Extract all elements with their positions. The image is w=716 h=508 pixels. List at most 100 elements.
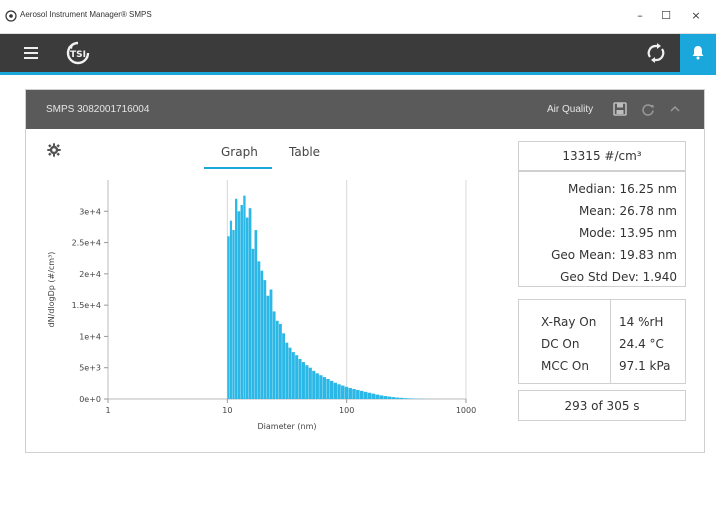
- tsi-logo-icon: TSI: [66, 41, 90, 65]
- bar: [348, 388, 352, 399]
- bar: [305, 365, 309, 399]
- x-tick-label: 1: [105, 406, 110, 415]
- tab-graph-indicator: [204, 167, 272, 169]
- env-value-pressure: 97.1 kPa: [619, 359, 671, 373]
- env-value-rh: 14 %rH: [619, 315, 664, 329]
- bar: [341, 385, 345, 399]
- bar: [352, 388, 356, 399]
- y-tick-label: 5e+3: [79, 364, 101, 373]
- stat-geo-std-dev: Geo Std Dev: 1.940: [560, 270, 677, 284]
- instrument-card: SMPS 3082001716004 Air Quality Graph Tab…: [25, 89, 705, 453]
- bar: [379, 395, 384, 399]
- stats-box: Median: 16.25 nm Mean: 26.78 nm Mode: 13…: [518, 171, 686, 287]
- bar: [337, 384, 341, 399]
- bar: [269, 289, 273, 399]
- bar: [240, 205, 243, 399]
- appbar-accent-line: [0, 72, 716, 75]
- stat-geo-mean: Geo Mean: 19.83 nm: [551, 248, 677, 262]
- bar: [272, 311, 276, 399]
- env-label-dc: DC On: [541, 337, 580, 351]
- tab-table[interactable]: Table: [289, 145, 320, 159]
- y-tick-label: 3e+4: [79, 207, 101, 216]
- y-axis-label: dN/dlogDp (#/cm³): [47, 252, 56, 328]
- card-header: SMPS 3082001716004 Air Quality: [26, 90, 704, 129]
- instrument-name: SMPS 3082001716004: [46, 104, 150, 115]
- bar: [330, 380, 334, 399]
- bar: [245, 217, 249, 399]
- bar: [407, 398, 412, 399]
- bar: [285, 342, 289, 399]
- bar: [326, 378, 330, 399]
- bar: [257, 261, 261, 399]
- env-divider: [610, 300, 611, 383]
- bar: [254, 230, 258, 399]
- bar: [344, 386, 349, 399]
- close-button[interactable]: ×: [684, 6, 708, 26]
- mode-label[interactable]: Air Quality: [547, 104, 593, 115]
- bar: [375, 394, 380, 399]
- size-distribution-chart: 0e+0 5e+3 1e+4 1.5e+4 2e+4 2.5e+4 3e+4 1 10 100 10…: [47, 180, 476, 431]
- env-label-xray: X-Ray On: [541, 315, 597, 329]
- bar: [229, 220, 232, 399]
- bar: [282, 333, 285, 399]
- bar: [235, 198, 238, 399]
- maximize-button[interactable]: ☐: [654, 6, 678, 26]
- tab-graph[interactable]: Graph: [221, 145, 258, 159]
- bar: [291, 352, 295, 399]
- bar: [248, 208, 252, 399]
- total-concentration: 13315 #/cm³: [562, 149, 642, 163]
- bar: [227, 236, 230, 399]
- bar: [399, 397, 404, 399]
- bar: [312, 370, 316, 399]
- bar: [383, 396, 388, 399]
- bar: [237, 211, 241, 399]
- bar: [315, 373, 319, 399]
- settings-gear-icon[interactable]: [47, 143, 61, 157]
- x-axis-label: Diameter (nm): [258, 422, 317, 431]
- y-tick-label: 1e+4: [79, 332, 101, 341]
- save-icon[interactable]: [613, 102, 627, 116]
- scan-time: 293 of 305 s: [564, 399, 640, 413]
- bar: [301, 362, 305, 399]
- bar: [403, 398, 408, 399]
- env-value-temp: 24.4 °C: [619, 337, 664, 351]
- bar: [371, 393, 376, 399]
- stat-median: Median: 16.25 nm: [568, 182, 677, 196]
- refresh-icon[interactable]: [641, 102, 655, 116]
- y-tick-label: 2e+4: [79, 270, 101, 279]
- sync-icon[interactable]: [644, 42, 668, 64]
- stat-mean: Mean: 26.78 nm: [578, 204, 677, 218]
- bar: [359, 390, 364, 399]
- bar: [266, 295, 270, 399]
- bar: [333, 382, 338, 399]
- env-label-mcc: MCC On: [541, 359, 589, 373]
- window-title: Aerosol Instrument Manager® SMPS: [20, 10, 152, 19]
- x-tick-label: 10: [222, 406, 232, 415]
- stat-mode: Mode: 13.95 nm: [578, 226, 677, 240]
- y-tick-label: 2.5e+4: [72, 239, 101, 248]
- bar: [395, 397, 400, 399]
- bar: [356, 389, 360, 399]
- bar: [260, 270, 264, 399]
- app-bar: TSI: [0, 34, 716, 75]
- bar: [295, 355, 299, 399]
- window-titlebar: Aerosol Instrument Manager® SMPS – ☐ ×: [0, 0, 716, 34]
- bar: [288, 347, 292, 399]
- bar: [308, 367, 312, 399]
- notifications-button[interactable]: [680, 34, 716, 72]
- bar: [319, 375, 323, 399]
- chevron-up-icon[interactable]: [668, 102, 682, 116]
- bar: [263, 280, 267, 399]
- minimize-button[interactable]: –: [628, 6, 652, 26]
- scan-time-box: 293 of 305 s: [518, 390, 686, 421]
- x-tick-label: 100: [339, 406, 354, 415]
- app-logo-icon: [5, 10, 17, 22]
- y-tick-label: 1.5e+4: [72, 301, 101, 310]
- bell-icon: [692, 46, 704, 60]
- bar: [391, 397, 396, 399]
- bar: [279, 323, 282, 399]
- bar: [322, 377, 327, 399]
- hamburger-icon[interactable]: [24, 47, 38, 59]
- bar: [363, 391, 368, 399]
- x-tick-label: 1000: [456, 406, 476, 415]
